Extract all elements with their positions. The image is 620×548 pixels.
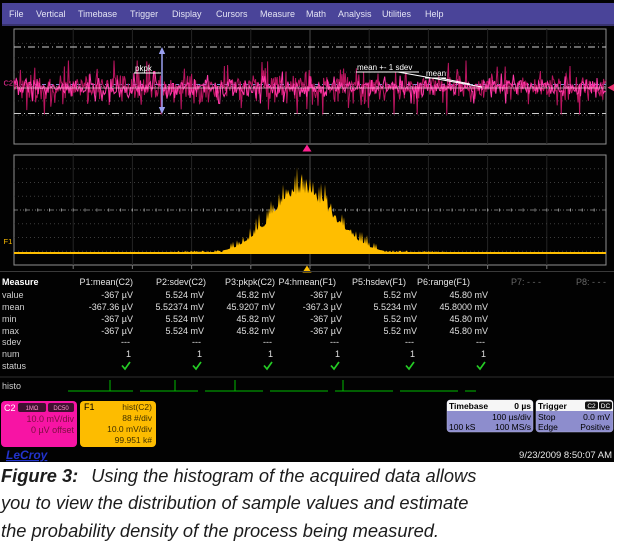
svg-text:P8: - - -: P8: - - - xyxy=(576,277,606,287)
svg-text:DC50: DC50 xyxy=(53,406,69,412)
svg-text:Timebase: Timebase xyxy=(449,401,488,411)
svg-text:Cursors: Cursors xyxy=(216,9,248,19)
svg-text:---: --- xyxy=(263,337,272,347)
svg-text:5.52 mV: 5.52 mV xyxy=(383,314,417,324)
svg-text:Utilities: Utilities xyxy=(382,9,412,19)
svg-text:P6:range(F1): P6:range(F1) xyxy=(417,277,470,287)
svg-text:100 MS/s: 100 MS/s xyxy=(495,422,531,432)
svg-text:99.951 k#: 99.951 k# xyxy=(115,435,153,445)
svg-text:hist(C2): hist(C2) xyxy=(122,402,152,412)
svg-text:9/23/2009 8:50:07 AM: 9/23/2009 8:50:07 AM xyxy=(519,450,612,461)
svg-text:0.0 mV: 0.0 mV xyxy=(583,412,610,422)
svg-text:Stop: Stop xyxy=(538,412,556,422)
svg-text:0 µs: 0 µs xyxy=(514,401,531,411)
svg-text:45.82 mV: 45.82 mV xyxy=(236,326,275,336)
svg-text:-367 µV: -367 µV xyxy=(101,290,133,300)
svg-text:-367.36 µV: -367.36 µV xyxy=(89,302,133,312)
svg-text:---: --- xyxy=(330,337,339,347)
svg-text:C2: C2 xyxy=(4,403,16,413)
svg-text:10.0 mV/div: 10.0 mV/div xyxy=(26,414,74,424)
svg-text:5.524 mV: 5.524 mV xyxy=(165,290,204,300)
svg-text:1: 1 xyxy=(126,349,131,359)
svg-text:C2: C2 xyxy=(587,403,596,410)
svg-text:C2: C2 xyxy=(4,79,14,88)
svg-text:max: max xyxy=(2,326,20,336)
svg-text:P4:hmean(F1): P4:hmean(F1) xyxy=(278,277,336,287)
svg-text:Measure: Measure xyxy=(260,9,295,19)
svg-text:45.8000 mV: 45.8000 mV xyxy=(439,302,488,312)
svg-text:100 kS: 100 kS xyxy=(449,422,476,432)
svg-text:1: 1 xyxy=(410,349,415,359)
svg-text:---: --- xyxy=(476,337,485,347)
svg-text:1MΩ: 1MΩ xyxy=(26,406,39,412)
svg-text:Timebase: Timebase xyxy=(78,9,117,19)
svg-text:1: 1 xyxy=(268,349,273,359)
svg-text:45.80 mV: 45.80 mV xyxy=(449,326,488,336)
svg-text:45.80 mV: 45.80 mV xyxy=(449,314,488,324)
svg-text:mean: mean xyxy=(2,302,25,312)
svg-text:5.52 mV: 5.52 mV xyxy=(383,326,417,336)
svg-text:P3:pkpk(C2): P3:pkpk(C2) xyxy=(225,277,275,287)
svg-text:Help: Help xyxy=(425,9,444,19)
svg-text:Vertical: Vertical xyxy=(36,9,66,19)
svg-text:5.52 mV: 5.52 mV xyxy=(383,290,417,300)
svg-text:value: value xyxy=(2,290,24,300)
svg-text:5.52374 mV: 5.52374 mV xyxy=(155,302,204,312)
svg-text:DC: DC xyxy=(601,403,611,410)
svg-text:F1: F1 xyxy=(4,237,13,246)
svg-text:-367 µV: -367 µV xyxy=(101,326,133,336)
svg-text:45.80 mV: 45.80 mV xyxy=(449,290,488,300)
svg-text:45.9207 mV: 45.9207 mV xyxy=(226,302,275,312)
svg-text:-367 µV: -367 µV xyxy=(310,326,342,336)
svg-text:mean +- 1 sdev: mean +- 1 sdev xyxy=(357,63,412,72)
svg-text:1: 1 xyxy=(335,349,340,359)
svg-text:5.524 mV: 5.524 mV xyxy=(165,314,204,324)
svg-text:LeCroy: LeCroy xyxy=(6,448,49,462)
svg-text:-367 µV: -367 µV xyxy=(101,314,133,324)
svg-text:0 µV offset: 0 µV offset xyxy=(31,425,75,435)
svg-text:P2:sdev(C2): P2:sdev(C2) xyxy=(156,277,206,287)
svg-text:num: num xyxy=(2,349,20,359)
svg-text:P5:hsdev(F1): P5:hsdev(F1) xyxy=(352,277,406,287)
svg-text:Trigger: Trigger xyxy=(130,9,158,19)
svg-text:min: min xyxy=(2,314,17,324)
svg-text:sdev: sdev xyxy=(2,337,22,347)
svg-text:P7: - - -: P7: - - - xyxy=(511,277,541,287)
svg-text:---: --- xyxy=(405,337,414,347)
svg-text:45.82 mV: 45.82 mV xyxy=(236,314,275,324)
svg-text:Edge: Edge xyxy=(538,422,558,432)
svg-text:-367.3 µV: -367.3 µV xyxy=(303,302,342,312)
svg-text:F1: F1 xyxy=(84,402,95,412)
svg-text:Math: Math xyxy=(306,9,326,19)
svg-text:mean: mean xyxy=(426,69,446,78)
svg-text:-367 µV: -367 µV xyxy=(310,290,342,300)
svg-text:1: 1 xyxy=(197,349,202,359)
svg-text:1: 1 xyxy=(481,349,486,359)
svg-text:Analysis: Analysis xyxy=(338,9,372,19)
svg-text:Display: Display xyxy=(172,9,202,19)
svg-text:Trigger: Trigger xyxy=(538,401,568,411)
svg-text:5.5234 mV: 5.5234 mV xyxy=(373,302,417,312)
svg-text:histo: histo xyxy=(2,381,21,391)
svg-text:100 µs/div: 100 µs/div xyxy=(492,412,532,422)
svg-text:---: --- xyxy=(121,337,130,347)
svg-text:5.524 mV: 5.524 mV xyxy=(165,326,204,336)
svg-text:45.82 mV: 45.82 mV xyxy=(236,290,275,300)
svg-text:File: File xyxy=(9,9,24,19)
svg-text:pkpk: pkpk xyxy=(135,64,153,73)
svg-text:---: --- xyxy=(192,337,201,347)
svg-text:P1:mean(C2): P1:mean(C2) xyxy=(79,277,133,287)
svg-text:status: status xyxy=(2,361,27,371)
svg-text:-367 µV: -367 µV xyxy=(310,314,342,324)
svg-text:10.0 mV/div: 10.0 mV/div xyxy=(107,424,153,434)
svg-text:Positive: Positive xyxy=(580,422,610,432)
svg-text:Measure: Measure xyxy=(2,277,39,287)
svg-text:88 #/div: 88 #/div xyxy=(122,413,153,423)
